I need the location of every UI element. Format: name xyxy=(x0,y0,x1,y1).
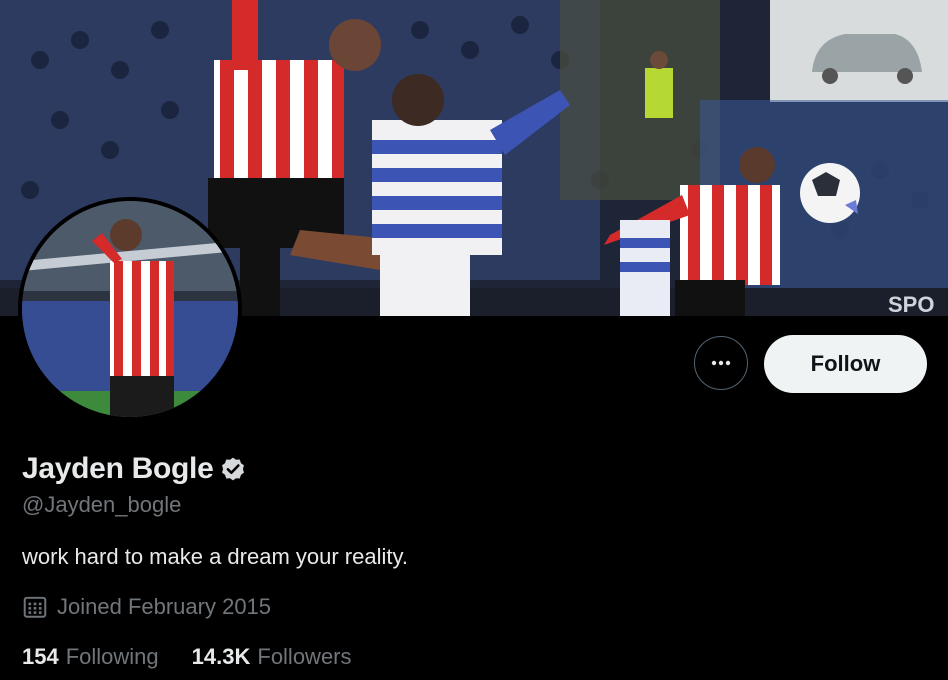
calendar-icon xyxy=(23,596,47,618)
profile-handle: @Jayden_bogle xyxy=(22,492,182,517)
ad-board-text: SPO xyxy=(888,292,934,316)
profile-bio: work hard to make a dream your reality. xyxy=(22,544,408,569)
joined-date: Joined February 2015 xyxy=(22,594,271,620)
more-horizontal-icon xyxy=(711,360,731,366)
following-count: 154 xyxy=(22,644,59,669)
profile-name-row: Jayden Bogle xyxy=(22,452,247,486)
followers-link[interactable]: 14.3K Followers xyxy=(192,644,352,670)
follow-stats: 154 Following 14.3K Followers xyxy=(22,644,352,670)
followers-label: Followers xyxy=(257,644,352,669)
following-label: Following xyxy=(65,644,159,669)
profile-avatar[interactable] xyxy=(18,197,242,421)
more-options-button[interactable] xyxy=(694,336,748,390)
display-name: Jayden Bogle xyxy=(22,452,214,485)
joined-text: Joined February 2015 xyxy=(57,594,272,619)
verified-badge-icon[interactable] xyxy=(219,455,247,483)
following-link[interactable]: 154 Following xyxy=(22,644,159,670)
follow-button[interactable]: Follow xyxy=(764,335,927,393)
followers-count: 14.3K xyxy=(191,644,251,669)
avatar-photo xyxy=(22,201,238,417)
